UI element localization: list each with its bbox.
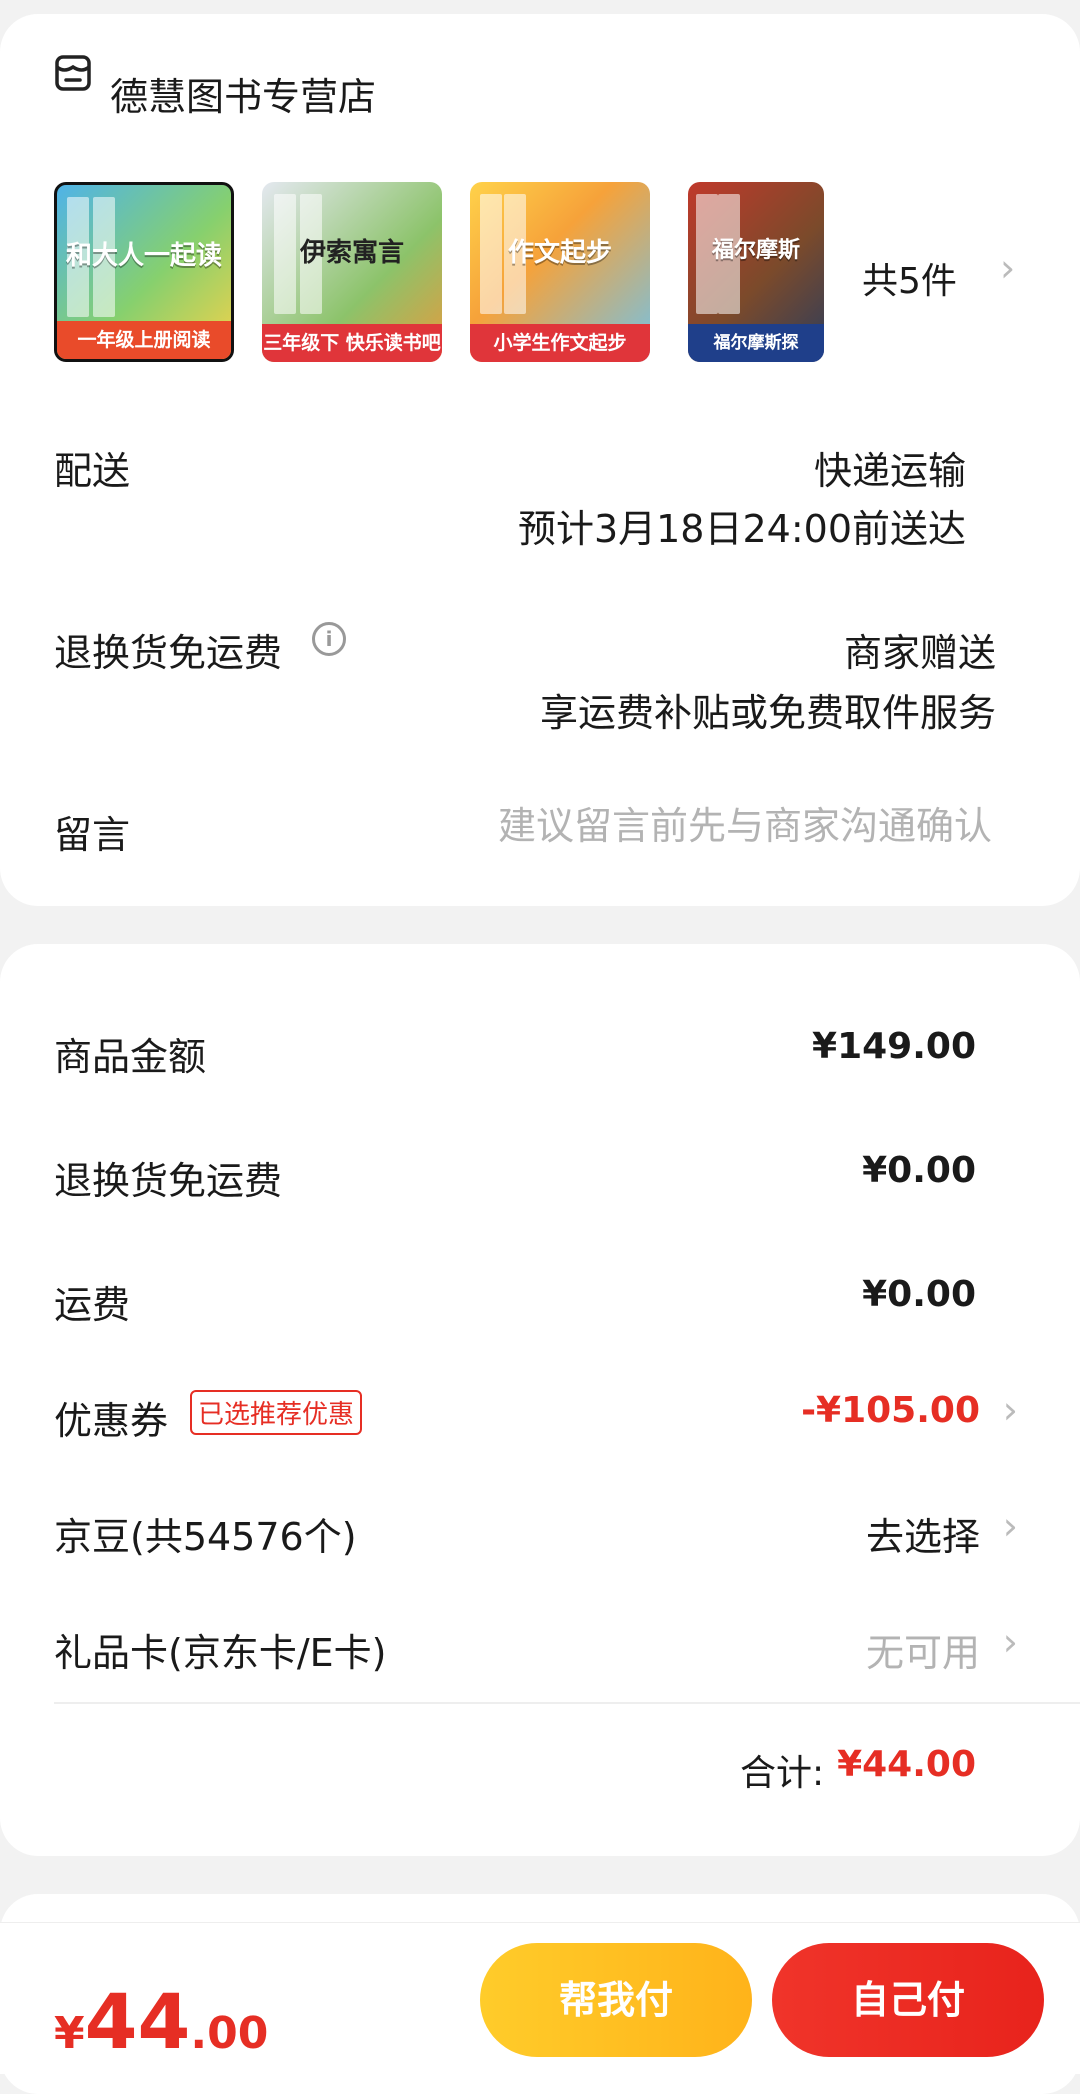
help-pay-button[interactable]: 帮我付 <box>480 1943 752 2057</box>
return-shipping-label: 退换货免运费 <box>54 631 283 675</box>
pay-total: ¥44.00 <box>54 1977 268 2066</box>
product-thumbnail[interactable]: 福尔摩斯 福尔摩斯探 <box>688 182 824 362</box>
return-shipping-value: 商家赠送 <box>843 631 996 675</box>
total-label: 合计: <box>740 1753 825 1794</box>
coupon-label: 优惠券 <box>54 1399 169 1443</box>
return-fee-value: ¥0.00 <box>862 1150 976 1191</box>
product-thumbnail[interactable]: 和大人一起读 一年级上册阅读 <box>54 182 234 362</box>
jd-beans-value[interactable]: 去选择 <box>866 1506 980 1561</box>
item-count[interactable]: 共5件 <box>862 252 957 304</box>
product-thumbnail[interactable]: 作文起步 小学生作文起步 <box>470 182 650 362</box>
product-title: 和大人一起读 <box>65 241 222 271</box>
product-tag: 福尔摩斯探 <box>688 324 824 362</box>
info-icon[interactable]: i <box>312 622 346 656</box>
chevron-right-icon[interactable]: › <box>1000 246 1015 290</box>
jd-beans-label: 京豆(共54576个) <box>54 1515 357 1559</box>
bottom-pay-bar: ¥44.00 帮我付 自己付 <box>0 1922 1080 2074</box>
coupon-value[interactable]: -¥105.00 <box>801 1390 980 1431</box>
pay-currency: ¥ <box>54 2008 85 2059</box>
store-card: 德慧图书专营店 和大人一起读 一年级上册阅读 伊索寓言 三年级下 快乐读书吧 作… <box>0 14 1080 906</box>
total-value: ¥44.00 <box>837 1744 976 1785</box>
product-tag: 一年级上册阅读 <box>57 321 231 359</box>
goods-amount-label: 商品金额 <box>54 1035 207 1079</box>
product-title: 作文起步 <box>507 238 612 268</box>
product-thumbnail[interactable]: 伊索寓言 三年级下 快乐读书吧 <box>262 182 442 362</box>
product-title: 福尔摩斯 <box>711 238 800 263</box>
gift-card-label: 礼品卡(京东卡/E卡) <box>54 1631 387 1675</box>
product-tag: 三年级下 快乐读书吧 <box>262 324 442 362</box>
pay-amount-dec: .00 <box>190 2008 269 2059</box>
chevron-right-icon[interactable]: › <box>1003 1388 1018 1432</box>
chevron-right-icon[interactable]: › <box>1003 1504 1018 1548</box>
delivery-eta: 预计3月18日24:00前送达 <box>517 507 966 551</box>
delivery-method[interactable]: 快递运输 <box>814 440 966 495</box>
note-label: 留言 <box>54 813 131 857</box>
store-name[interactable]: 德慧图书专营店 <box>110 66 376 121</box>
product-title: 伊索寓言 <box>299 238 404 268</box>
gift-card-value[interactable]: 无可用 <box>866 1622 980 1677</box>
divider <box>54 1702 1080 1704</box>
shipping-fee-value: ¥0.00 <box>862 1274 976 1315</box>
pay-amount-int: 44 <box>84 1977 191 2066</box>
goods-amount-value: ¥149.00 <box>812 1026 976 1067</box>
delivery-label: 配送 <box>54 449 131 493</box>
product-tag: 小学生作文起步 <box>470 324 650 362</box>
shipping-fee-label: 运费 <box>54 1283 131 1327</box>
return-shipping-desc: 享运费补贴或免费取件服务 <box>539 691 996 735</box>
chevron-right-icon[interactable]: › <box>1003 1620 1018 1664</box>
coupon-badge: 已选推荐优惠 <box>190 1390 363 1435</box>
note-input[interactable] <box>392 804 992 848</box>
store-icon <box>55 55 91 91</box>
self-pay-button[interactable]: 自己付 <box>772 1943 1044 2057</box>
return-fee-label: 退换货免运费 <box>54 1159 283 1203</box>
